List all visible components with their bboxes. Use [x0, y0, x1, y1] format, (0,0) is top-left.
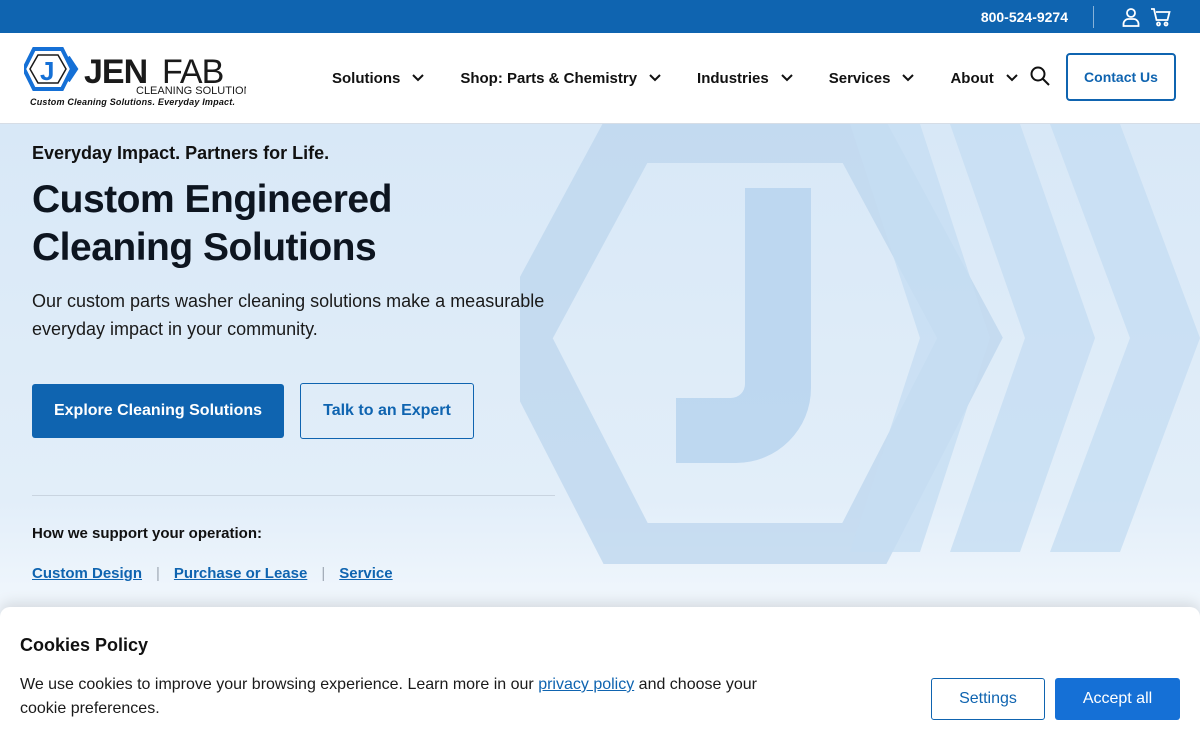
nav-label: Industries	[697, 69, 769, 87]
hero-background-graphic	[520, 124, 1200, 564]
utility-divider	[1093, 5, 1094, 28]
jenfab-logo[interactable]: J JEN FAB CLEANING SOLUTIONS Custom Clea…	[21, 47, 259, 111]
chevron-down-icon	[781, 74, 793, 82]
hero-headline: Custom Engineered Cleaning Solutions	[32, 178, 392, 269]
hero-divider	[32, 495, 555, 496]
privacy-policy-link[interactable]: privacy policy	[538, 676, 634, 693]
nav-label: Services	[828, 69, 891, 87]
nav-label: About	[950, 69, 994, 87]
chevron-down-icon	[649, 74, 661, 82]
chevron-down-icon	[1006, 74, 1018, 82]
talk-to-expert-button[interactable]: Talk to an Expert	[300, 383, 474, 439]
custom-design-link[interactable]: Custom Design	[32, 565, 142, 582]
cookie-settings-button[interactable]: Settings	[931, 678, 1045, 720]
utility-bar: 800-524-9274	[0, 0, 1200, 33]
hero-eyebrow: Everyday Impact. Partners for Life.	[32, 143, 330, 163]
hero-lede: Our custom parts washer cleaning solutio…	[32, 291, 545, 339]
support-label: How we support your operation:	[32, 525, 263, 542]
cookie-title: Cookies Policy	[20, 635, 149, 655]
nav-label: Solutions	[332, 69, 401, 87]
search-icon[interactable]	[1030, 66, 1050, 86]
cookie-text: We use cookies to improve your browsing …	[20, 673, 780, 721]
cookie-banner: Cookies Policy We use cookies to improve…	[0, 607, 1200, 750]
support-links: Custom Design | Purchase or Lease | Serv…	[32, 565, 393, 582]
explore-solutions-button[interactable]: Explore Cleaning Solutions	[32, 384, 284, 438]
nav-solutions[interactable]: Solutions	[332, 69, 425, 87]
chevron-down-icon	[902, 74, 915, 82]
contact-us-button[interactable]: Contact Us	[1066, 53, 1176, 101]
phone-link[interactable]: 800-524-9274	[981, 9, 1068, 25]
user-icon[interactable]	[1120, 6, 1142, 28]
nav-label: Shop: Parts & Chemistry	[460, 69, 638, 87]
nav-services[interactable]: Services	[829, 70, 915, 87]
cart-icon[interactable]	[1150, 6, 1172, 28]
cookie-accept-button[interactable]: Accept all	[1055, 678, 1180, 720]
logo-tagline: Custom Cleaning Solutions. Everyday Impa…	[30, 97, 236, 107]
link-separator: |	[156, 565, 160, 582]
nav-industries[interactable]: Industries	[697, 70, 793, 87]
logo-subtitle: CLEANING SOLUTIONS	[136, 85, 246, 97]
service-link[interactable]: Service	[339, 565, 392, 582]
link-separator: |	[321, 565, 326, 582]
purchase-or-lease-link[interactable]: Purchase or Lease	[174, 565, 307, 582]
cookie-text-before: We use cookies to improve your browsing …	[20, 676, 539, 693]
svg-text:J: J	[40, 56, 54, 86]
site-header: J JEN FAB CLEANING SOLUTIONS Custom Clea…	[0, 33, 1200, 124]
nav-about[interactable]: About	[950, 69, 1018, 87]
nav-shop[interactable]: Shop: Parts & Chemistry	[460, 70, 661, 87]
chevron-down-icon	[412, 74, 425, 82]
main-nav: Solutions Shop: Parts & Chemistry Indust…	[332, 33, 1054, 123]
